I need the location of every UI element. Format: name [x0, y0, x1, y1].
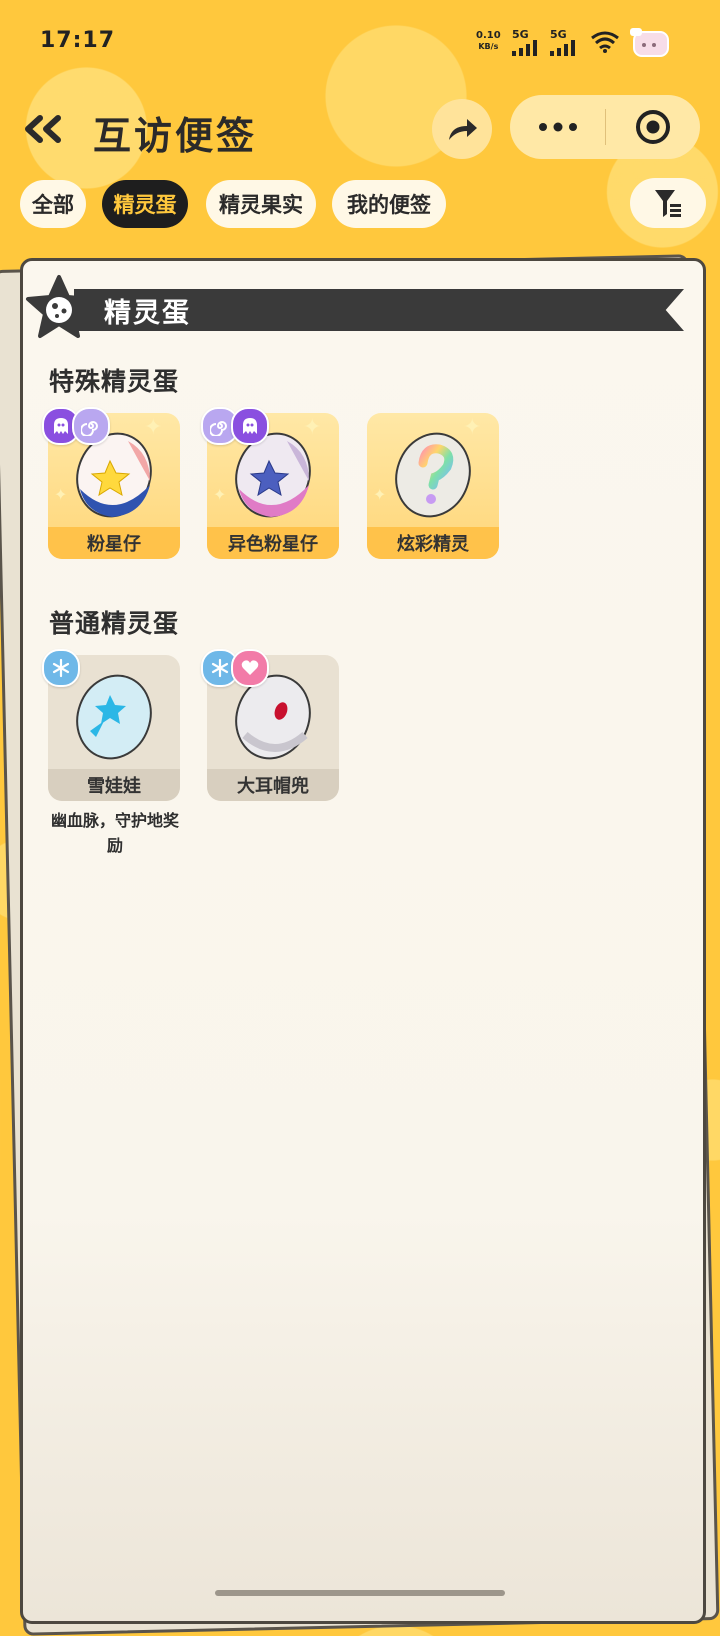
star-badge-icon	[26, 275, 92, 338]
signal-bars-icon	[512, 40, 537, 56]
nav-bar: 互访便签	[0, 95, 720, 165]
close-button[interactable]	[606, 95, 700, 159]
more-dots-icon	[538, 122, 577, 132]
ice-type-badge	[42, 649, 80, 687]
spiral-icon	[81, 421, 98, 436]
tab-spirit-eggs[interactable]: 精灵蛋	[102, 180, 188, 228]
page-title: 互访便签	[93, 114, 258, 158]
egg-card-pink-star[interactable]: ✦ ✦ 粉星仔	[42, 407, 180, 559]
egg-card-big-ear-hood[interactable]: 大耳帽兜	[201, 649, 339, 801]
tab-spirit-fruits[interactable]: 精灵果实	[206, 180, 316, 228]
snowflake-icon	[211, 658, 229, 678]
heart-type-badge	[231, 649, 269, 687]
mini-program-capsule	[510, 95, 700, 159]
back-button[interactable]	[18, 107, 70, 151]
group-title-special: 特殊精灵蛋	[49, 367, 180, 396]
funnel-filter-icon	[655, 190, 681, 217]
egg-card-snow-doll[interactable]: 雪娃娃	[42, 649, 180, 801]
rainbow-mystery-egg-icon	[395, 432, 471, 518]
ghost-icon	[54, 418, 68, 434]
share-button[interactable]	[432, 99, 492, 159]
egg-name: 粉星仔	[48, 527, 180, 559]
home-indicator[interactable]	[215, 1590, 505, 1596]
target-close-icon	[636, 110, 670, 144]
tab-all[interactable]: 全部	[20, 180, 86, 228]
more-button[interactable]	[510, 95, 605, 159]
ghost-type-badge	[231, 407, 269, 445]
section-banner: 精灵蛋	[26, 275, 686, 338]
battery-icon	[630, 28, 669, 57]
status-time: 17:17	[40, 28, 116, 53]
filter-button[interactable]	[630, 178, 706, 228]
ghost-icon	[243, 418, 257, 434]
status-bar: 17:17 0.10 KB/s 5G 5G	[0, 0, 720, 80]
egg-card-shiny-pink-star[interactable]: ✦ ✦ 异色粉星仔	[201, 407, 339, 559]
snowflake-icon	[52, 658, 70, 678]
share-arrow-icon	[449, 119, 477, 140]
tab-my-notes[interactable]: 我的便签	[332, 180, 446, 228]
network-speed: 0.10 KB/s	[476, 30, 501, 52]
egg-name: 雪娃娃	[48, 769, 180, 801]
egg-name: 大耳帽兜	[207, 769, 339, 801]
wifi-icon	[591, 31, 619, 53]
egg-source-note: 幽血脉，守护地奖励	[50, 811, 179, 855]
spiral-type-badge	[72, 407, 110, 445]
network-speed-value: 0.10	[476, 30, 501, 41]
group-title-normal: 普通精灵蛋	[49, 609, 180, 638]
spiral-icon	[210, 421, 227, 436]
section-title: 精灵蛋	[104, 298, 191, 329]
snow-doll-egg-icon	[76, 674, 152, 760]
egg-name: 炫彩精灵	[367, 527, 499, 559]
signal-bars-icon	[550, 40, 575, 56]
heart-icon	[241, 660, 259, 675]
double-chevron-left-icon	[25, 115, 61, 143]
egg-card-colorful-spirit[interactable]: ✦ ✦ 炫彩精灵	[367, 413, 499, 559]
network-speed-unit: KB/s	[478, 42, 499, 51]
egg-name: 异色粉星仔	[207, 527, 339, 559]
